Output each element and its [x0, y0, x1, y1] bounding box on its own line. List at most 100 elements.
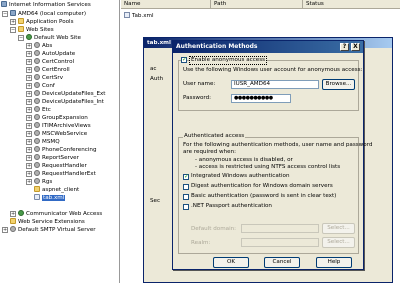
expand-icon[interactable]: + [26, 131, 32, 137]
expand-icon[interactable]: + [26, 147, 32, 153]
virtual-dir-icon [34, 90, 40, 96]
tree-node-child[interactable]: ReportServer [34, 154, 79, 162]
auth-methods-dialog: Authentication Methods ? X ✓ Enable anon… [172, 40, 372, 270]
password-field[interactable]: ●●●●●●●●●● [231, 94, 291, 103]
default-domain-field[interactable] [241, 224, 319, 233]
tree-node-child[interactable]: Abs [34, 42, 52, 50]
tree-node-child[interactable]: MSMQ [34, 138, 60, 146]
expand-icon[interactable]: + [26, 163, 32, 169]
realm-field[interactable] [241, 238, 319, 247]
tree-node-wse[interactable]: Web Service Extensions [10, 218, 85, 226]
tree-node-child[interactable]: DeviceUpdateFiles_Ext [34, 90, 106, 98]
auth-description-1: For the following authentication methods… [183, 142, 373, 148]
tree-node-label: MSCWebService [42, 131, 88, 137]
help-button[interactable]: Help [316, 257, 352, 268]
basic-auth-label: Basic authentication (password is sent i… [191, 193, 337, 199]
select-realm-button[interactable]: Select... [322, 237, 355, 248]
tree-node-label: Etc [42, 107, 51, 113]
user-name-field[interactable]: IUSR_AMD64 [231, 80, 319, 89]
expand-icon[interactable]: + [26, 75, 32, 81]
tree-node-child[interactable]: GroupExpansion [34, 114, 88, 122]
tree-node-web-sites[interactable]: Web Sites [18, 26, 54, 34]
tree-node-child[interactable]: DeviceUpdateFiles_Int [34, 98, 104, 106]
tree-node-label: Abs [42, 43, 53, 49]
expand-icon[interactable]: + [26, 171, 32, 177]
folder-icon [18, 18, 24, 24]
tree-node-child[interactable]: RequestHandler [34, 162, 87, 170]
expand-icon[interactable]: + [26, 59, 32, 65]
virtual-dir-icon [34, 178, 40, 184]
tree-node-child[interactable]: aspnet_client [34, 186, 79, 194]
expand-icon[interactable]: + [26, 67, 32, 73]
folder-icon [10, 218, 16, 224]
close-button[interactable]: X [351, 43, 360, 51]
column-status[interactable]: Status [303, 0, 400, 9]
tree-node-label: Rgs [42, 179, 53, 185]
tree-node-label: DeviceUpdateFiles_Int [42, 99, 104, 105]
collapse-icon[interactable]: − [10, 27, 16, 33]
help-title-button[interactable]: ? [340, 43, 349, 51]
ok-button[interactable]: OK [213, 257, 249, 268]
website-icon [18, 210, 24, 216]
expand-icon[interactable]: + [26, 43, 32, 49]
tree-node-child[interactable]: AutoUpdate [34, 50, 75, 58]
tree-node-child[interactable]: ITIMArchiveViews [34, 122, 91, 130]
tree-node-child[interactable]: tab.xml [34, 194, 66, 202]
cancel-button[interactable]: Cancel [264, 257, 300, 268]
expand-icon[interactable]: + [26, 139, 32, 145]
digest-auth-checkbox[interactable] [183, 184, 189, 190]
tree-node-smtp[interactable]: Default SMTP Virtual Server [10, 226, 96, 234]
passport-auth-label: .NET Passport authentication [191, 203, 272, 209]
expand-icon[interactable]: + [26, 91, 32, 97]
collapse-icon[interactable]: − [18, 35, 24, 41]
virtual-dir-icon [34, 138, 40, 144]
expand-icon[interactable]: + [10, 211, 16, 217]
expand-icon[interactable]: + [26, 155, 32, 161]
tree-node-root[interactable]: Internet Information Services [1, 1, 91, 9]
virtual-dir-icon [34, 82, 40, 88]
tree-node-child[interactable]: CertEnroll [34, 66, 70, 74]
tree-node-label: CertSrv [42, 75, 64, 81]
tree-node-computer[interactable]: AMD64 (local computer) [10, 10, 86, 18]
column-path[interactable]: Path [211, 0, 303, 9]
integrated-windows-label: Integrated Windows authentication [191, 173, 290, 179]
tree-node-label: aspnet_client [42, 187, 80, 193]
integrated-windows-checkbox[interactable]: ✓ [183, 174, 189, 180]
tree-node-child[interactable]: RequestHandlerExt [34, 170, 96, 178]
tree-node-label: CertControl [42, 59, 75, 65]
tree-node-child[interactable]: Conf [34, 82, 55, 90]
expand-icon[interactable]: + [2, 227, 8, 233]
virtual-dir-icon [34, 170, 40, 176]
select-domain-button[interactable]: Select... [322, 223, 355, 234]
expand-icon[interactable]: + [26, 115, 32, 121]
expand-icon[interactable]: + [26, 51, 32, 57]
expand-icon[interactable]: + [10, 19, 16, 25]
expand-icon[interactable]: + [26, 83, 32, 89]
expand-icon[interactable]: + [26, 179, 32, 185]
column-name[interactable]: Name [121, 0, 211, 9]
browse-button[interactable]: Browse... [322, 79, 355, 90]
tree-node-label: tab.xml [42, 195, 66, 201]
tree-node-default-site[interactable]: Default Web Site [26, 34, 81, 42]
tree-node-child[interactable]: Etc [34, 106, 51, 114]
tree-node-child[interactable]: Rgs [34, 178, 52, 186]
tree-node-child[interactable]: PhoneConferencing [34, 146, 97, 154]
tree-node-app-pools[interactable]: Application Pools [18, 18, 74, 26]
enable-anonymous-checkbox[interactable]: ✓ [181, 57, 187, 63]
virtual-dir-icon [34, 58, 40, 64]
expand-icon[interactable]: + [26, 107, 32, 113]
basic-auth-checkbox[interactable] [183, 194, 189, 200]
collapse-icon[interactable]: − [2, 11, 8, 17]
expand-icon[interactable]: + [26, 99, 32, 105]
tree-node-cwa[interactable]: Communicator Web Access [18, 210, 102, 218]
tree-node-child[interactable]: MSCWebService [34, 130, 87, 138]
authenticated-access-title: Authenticated access [183, 133, 246, 139]
tree-pane[interactable]: Internet Information Services − AMD64 (l… [0, 0, 120, 283]
passport-auth-checkbox[interactable] [183, 204, 189, 210]
virtual-dir-icon [34, 106, 40, 112]
list-item[interactable]: Tab.xml [124, 12, 154, 20]
tree-node-child[interactable]: CertControl [34, 58, 74, 66]
expand-icon[interactable]: + [26, 123, 32, 129]
tree-node-child[interactable]: CertSrv [34, 74, 63, 82]
file-icon [124, 12, 130, 18]
